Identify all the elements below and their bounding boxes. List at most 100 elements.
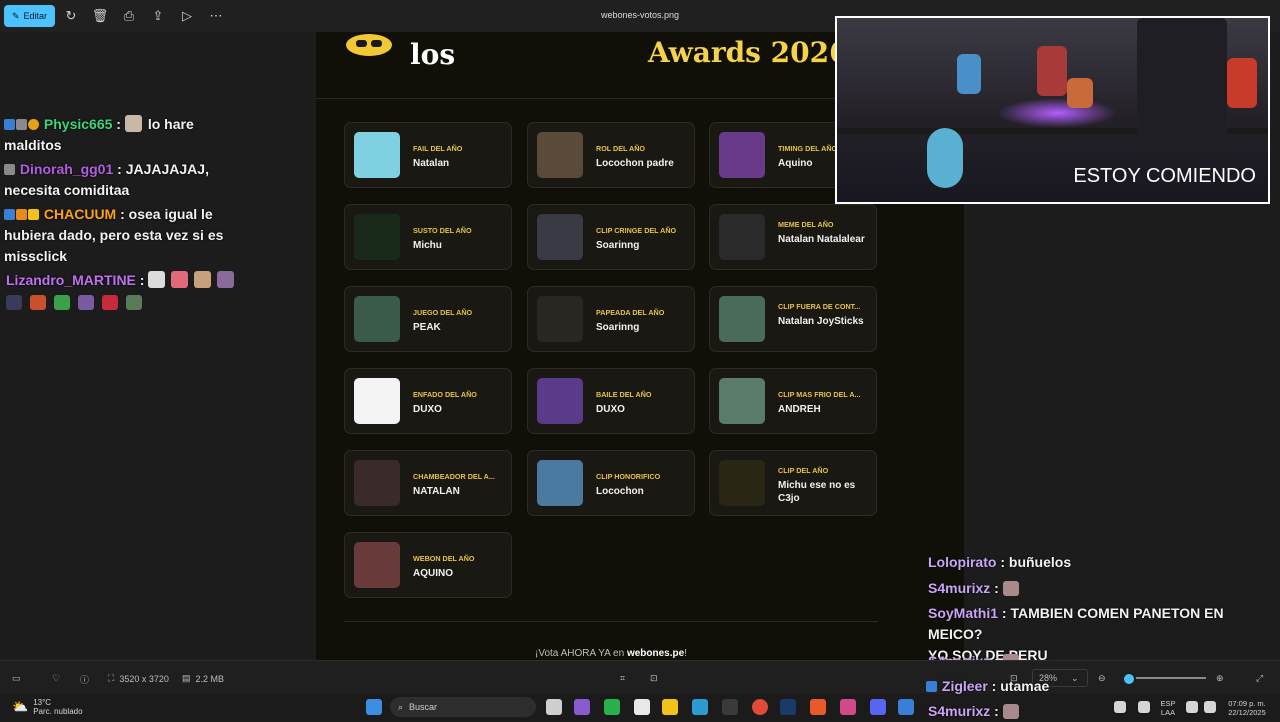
chat-username[interactable]: Dinorah_gg01 (20, 161, 113, 177)
image-dimensions: 3520 x 3720 (119, 673, 169, 684)
award-winner: Soarinng (596, 322, 640, 333)
chat-text: lo hare (147, 116, 194, 132)
print-icon[interactable]: ⎙ (120, 7, 138, 25)
emote-icon (78, 295, 94, 310)
file-title: webones-votos.png (600, 10, 680, 20)
weather-widget[interactable]: ⛅ 13°C Parc. nublado (12, 698, 83, 716)
taskbar-search[interactable]: ⌕ Buscar (390, 697, 536, 717)
chat-separator: : (996, 554, 1009, 570)
chat-text: utamae (1000, 678, 1050, 694)
divider (344, 621, 878, 622)
chat-username[interactable]: Lolopirato (928, 554, 996, 570)
award-category: CHAMBEADOR DEL A... (413, 472, 495, 481)
photos-icon[interactable] (898, 699, 914, 715)
chat-message: Zigleer : utamae (926, 676, 1274, 697)
award-card: CLIP DEL AÑO Michu ese no es C3jo (709, 450, 877, 516)
file-icon: ▤ (182, 673, 191, 683)
app-icon[interactable] (604, 699, 620, 715)
award-thumbnail (719, 460, 765, 506)
award-category: ENFADO DEL AÑO (413, 390, 477, 399)
award-card: FAIL DEL AÑO Natalan (344, 122, 512, 188)
chat-separator: : (990, 703, 1003, 719)
rotate-icon[interactable]: ↻ (62, 7, 80, 25)
chat-message: S4murixz : (928, 578, 1276, 599)
info-icon[interactable]: ⓘ (80, 673, 89, 686)
award-thumbnail (719, 132, 765, 178)
filmstrip-icon[interactable]: ▭ (12, 673, 21, 684)
fit-icon[interactable]: ⌗ (620, 673, 625, 684)
badge-icon (28, 209, 39, 220)
figure (1227, 58, 1257, 108)
weather-text: Parc. nublado (33, 707, 83, 716)
award-winner: Natalan (413, 158, 450, 169)
award-winner: Soarinng (596, 240, 640, 251)
award-card: BAILE DEL AÑO DUXO (527, 368, 695, 434)
actual-size-icon[interactable]: ⊡ (650, 673, 658, 684)
award-category: CLIP FUERA DE CONT... (778, 302, 861, 311)
chat-username[interactable]: CHACUUM (44, 206, 116, 222)
award-category: MEME DEL AÑO (778, 220, 834, 229)
award-card: CLIP FUERA DE CONT... Natalan JoySticks (709, 286, 877, 352)
chat-message: Physic665 : lo hare malditos (4, 114, 244, 156)
app-icon[interactable] (810, 699, 826, 715)
file-explorer-icon[interactable] (662, 699, 678, 715)
award-winner: ANDREH (778, 404, 821, 415)
edit-button-label: Editar (23, 11, 48, 21)
chat-separator: : (987, 678, 1001, 694)
figure (957, 54, 981, 94)
emote-icon (1002, 581, 1019, 596)
webcam-overlay: ESTOY COMIENDO (835, 16, 1270, 204)
award-card: CLIP MAS FRIO DEL A... ANDREH (709, 368, 877, 434)
chat-message: CHACUUM : osea igual le hubiera dado, pe… (4, 204, 244, 267)
award-winner: AQUINO (413, 568, 453, 579)
badge-icon (4, 164, 15, 175)
edge-icon[interactable] (692, 699, 708, 715)
award-thumbnail (354, 378, 400, 424)
store-icon[interactable] (634, 699, 650, 715)
chat-username[interactable]: S4murixz (928, 703, 990, 719)
emote-icon (148, 271, 166, 288)
more-icon[interactable]: ⋯ (207, 7, 225, 25)
award-thumbnail (354, 132, 400, 178)
award-winner: Locochon padre (596, 158, 674, 169)
discord-icon[interactable] (870, 699, 886, 715)
award-thumbnail (354, 460, 400, 506)
chat-username[interactable]: Physic665 (44, 116, 113, 132)
squirtle-plush (927, 128, 963, 188)
chat-separator: : (135, 272, 149, 288)
favorite-icon[interactable]: ♡ (52, 673, 60, 684)
dimensions-icon: ⛶ (108, 673, 115, 683)
copilot-icon[interactable] (574, 699, 590, 715)
award-thumbnail (537, 460, 583, 506)
award-category: FAIL DEL AÑO (413, 144, 463, 153)
start-icon[interactable] (366, 699, 382, 715)
emote-icon (1002, 704, 1019, 719)
award-category: ROL DEL AÑO (596, 144, 645, 153)
emote-icon (102, 295, 118, 310)
app-icon[interactable] (840, 699, 856, 715)
slideshow-icon[interactable]: ▷ (178, 7, 196, 25)
chat-username[interactable]: S4murixz (928, 580, 990, 596)
task-view-icon[interactable] (546, 699, 562, 715)
award-thumbnail (719, 214, 765, 260)
chrome-icon[interactable] (752, 699, 768, 715)
delete-icon[interactable]: 🗑 (91, 7, 109, 25)
steam-icon[interactable] (780, 699, 796, 715)
chair (1137, 18, 1227, 158)
chat-text: osea igual le (128, 206, 213, 222)
emote-icon (6, 295, 22, 310)
share-icon[interactable]: ⇪ (149, 7, 167, 25)
award-thumbnail (537, 214, 583, 260)
emote-icon (124, 115, 142, 132)
chat-text: hubiera dado, pero esta vez si es (4, 227, 224, 243)
chat-username[interactable]: Zigleer (942, 678, 988, 694)
award-thumbnail (537, 378, 583, 424)
chat-username[interactable]: Lizandro_MARTINE (6, 272, 136, 288)
award-thumbnail (354, 542, 400, 588)
chat-text: necesita comiditaa (4, 182, 130, 198)
vote-footer-prefix: ¡Vota AHORA YA en (535, 648, 627, 659)
xbox-icon[interactable] (722, 699, 738, 715)
edit-icon: ✎ (11, 10, 20, 21)
edit-button[interactable]: ✎ Editar (4, 5, 55, 27)
chat-username[interactable]: SoyMathi1 (928, 605, 998, 621)
